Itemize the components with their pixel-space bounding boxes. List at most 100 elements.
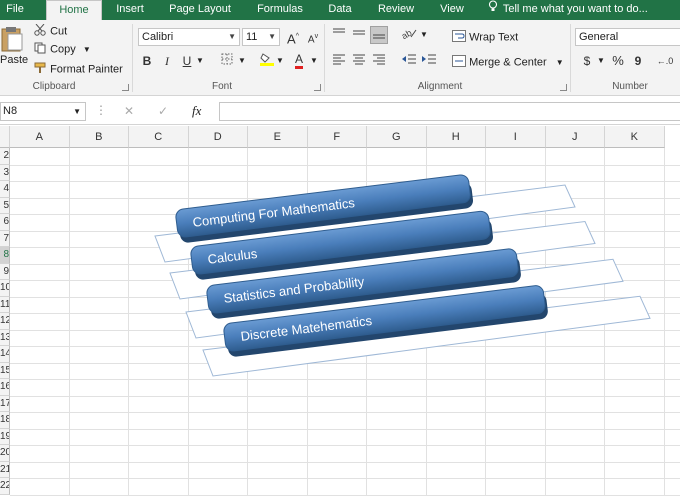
decrease-indent-button[interactable] [400, 52, 418, 70]
shrink-font-icon: A [307, 34, 315, 46]
formula-input[interactable] [219, 102, 680, 121]
copy-button[interactable]: Copy ▼ [34, 42, 91, 57]
number-format-value: General [579, 31, 619, 43]
grow-font-icon: A [287, 31, 296, 47]
font-size-select[interactable]: 11 ▼ [242, 28, 280, 46]
worksheet-grid[interactable]: ABCDEFGHIJK 2345678910111213141516171819… [0, 126, 680, 496]
merge-center-icon [452, 55, 466, 70]
borders-button[interactable] [218, 52, 236, 70]
ribbon: Paste Cut Copy ▼ Format Painter Clipboar… [0, 20, 680, 96]
chevron-down-icon[interactable]: ▼ [310, 56, 318, 65]
shrink-font-button[interactable]: Av [304, 28, 322, 46]
enter-entry-button[interactable]: ✓ [158, 104, 168, 118]
tab-review[interactable]: Review [372, 0, 420, 20]
wrap-text-label: Wrap Text [469, 31, 519, 44]
wrap-text-button[interactable]: Wrap Text [452, 30, 518, 45]
cut-label: Cut [50, 25, 68, 38]
cancel-entry-button[interactable]: ✕ [124, 104, 134, 118]
insert-function-button[interactable]: fx [192, 103, 201, 119]
paintbrush-icon [34, 62, 47, 77]
name-box[interactable]: N8 ▼ [0, 102, 86, 121]
fill-color-button[interactable] [258, 52, 276, 70]
group-divider [324, 24, 325, 92]
italic-button[interactable]: I [158, 52, 176, 70]
align-middle-button[interactable] [350, 26, 368, 44]
orientation-icon: ab [400, 28, 417, 42]
tab-insert[interactable]: Insert [108, 0, 152, 20]
merge-center-label: Merge & Center [469, 56, 547, 69]
paste-button[interactable]: Paste [0, 22, 28, 72]
font-size-value: 11 [246, 31, 258, 43]
copy-label: Copy [50, 43, 76, 56]
align-center-icon [352, 54, 366, 68]
tab-view[interactable]: View [432, 0, 472, 20]
alignment-group-label: Alignment [417, 81, 463, 92]
font-launcher-icon[interactable] [314, 84, 321, 91]
chevron-down-icon: ▼ [228, 32, 236, 41]
font-family-value: Calibri [142, 31, 174, 43]
align-top-button[interactable] [330, 26, 348, 44]
grow-font-button[interactable]: A^ [284, 28, 302, 46]
font-color-button[interactable]: A [290, 50, 308, 69]
increase-decimal-button[interactable]: ←.0 [656, 52, 674, 70]
clipboard-icon [0, 26, 24, 55]
chevron-down-icon: ▼ [268, 32, 276, 41]
decrease-indent-icon [401, 54, 417, 68]
format-painter-button[interactable]: Format Painter [34, 62, 123, 77]
align-bottom-icon [372, 29, 386, 43]
number-group-label: Number [612, 81, 648, 92]
orientation-button[interactable]: ab [400, 26, 418, 44]
tab-home[interactable]: Home [46, 0, 102, 20]
bold-button[interactable]: B [138, 52, 156, 70]
increase-indent-icon [421, 54, 437, 68]
alignment-launcher-icon[interactable] [560, 84, 567, 91]
align-right-icon [372, 54, 386, 68]
increase-indent-button[interactable] [420, 52, 438, 70]
group-divider [132, 24, 133, 92]
more-icon: ⋮ [95, 103, 107, 117]
clipboard-launcher-icon[interactable] [122, 84, 129, 91]
chevron-down-icon[interactable]: ▼ [238, 56, 246, 65]
cut-button[interactable]: Cut [34, 23, 68, 39]
paste-label: Paste [0, 54, 29, 66]
formula-bar: N8 ▼ ⋮ ✕ ✓ fx [0, 97, 680, 125]
align-left-button[interactable] [330, 52, 348, 70]
align-top-icon [332, 28, 346, 42]
chevron-down-icon[interactable]: ▼ [420, 30, 428, 39]
tell-me-text: Tell me what you want to do... [502, 3, 648, 15]
font-family-select[interactable]: Calibri ▼ [138, 28, 240, 46]
tab-page-layout[interactable]: Page Layout [162, 0, 238, 20]
chevron-down-icon[interactable]: ▼ [276, 56, 284, 65]
scissors-icon [34, 23, 47, 39]
tell-me-search[interactable]: Tell me what you want to do... [488, 0, 648, 20]
tab-formulas[interactable]: Formulas [250, 0, 310, 20]
underline-button[interactable]: U [178, 52, 196, 70]
chevron-down-icon: ▼ [555, 58, 564, 68]
align-left-icon [332, 54, 346, 68]
currency-button[interactable]: $ [578, 52, 596, 70]
percent-button[interactable]: % [609, 52, 627, 70]
paint-bucket-icon [260, 53, 274, 69]
ribbon-tab-bar: File Home Insert Page Layout Formulas Da… [0, 0, 680, 20]
comma-style-button[interactable]: 9 [629, 52, 647, 70]
smartart-graphic[interactable]: Computing For MathematicsCalculusStatist… [0, 126, 680, 496]
merge-center-button[interactable]: Merge & Center ▼ [452, 55, 564, 70]
chevron-down-icon[interactable]: ▼ [196, 56, 204, 65]
tab-file[interactable]: File [0, 0, 30, 20]
align-middle-icon [352, 28, 366, 42]
align-right-button[interactable] [370, 52, 388, 70]
tab-data[interactable]: Data [320, 0, 360, 20]
number-format-select[interactable]: General [575, 28, 680, 46]
wrap-text-icon [452, 30, 466, 45]
clipboard-group-label: Clipboard [32, 81, 76, 92]
align-center-button[interactable] [350, 52, 368, 70]
svg-text:ab: ab [401, 28, 413, 39]
increase-decimal-icon: ←.0 [656, 56, 674, 66]
chevron-down-icon[interactable]: ▼ [597, 56, 605, 65]
lightbulb-icon [488, 0, 500, 19]
copy-icon [34, 42, 47, 57]
group-divider [570, 24, 571, 92]
align-bottom-button[interactable] [370, 26, 388, 44]
borders-icon [221, 53, 233, 68]
chevron-down-icon: ▼ [73, 107, 81, 116]
